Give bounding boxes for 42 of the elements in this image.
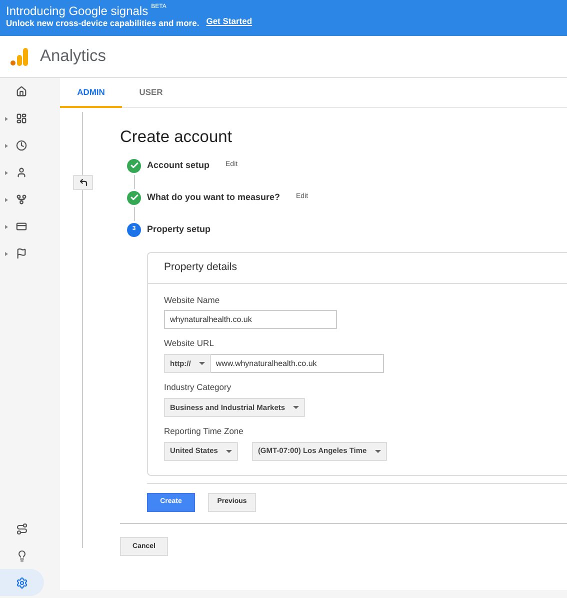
card-title: Property details	[164, 260, 237, 275]
page-title: Create account	[120, 129, 233, 146]
dropdown-caret-icon	[293, 406, 300, 409]
route-icon	[16, 522, 28, 534]
website-name-field[interactable]: whynaturalhealth.co.uk	[164, 310, 337, 330]
settings-icon	[16, 576, 28, 588]
tab[interactable]: USER	[122, 78, 180, 108]
dropdown-caret-icon	[374, 450, 381, 452]
expand-arrow-icon	[5, 224, 8, 228]
dashboard-icon	[16, 113, 27, 124]
dropdown-caret-icon	[226, 450, 232, 452]
back-button[interactable]	[73, 175, 93, 190]
expand-arrow-icon	[5, 170, 8, 174]
check-icon	[127, 190, 141, 204]
sidebar-item[interactable]	[0, 569, 44, 596]
step-label: What do you want to measure?	[147, 190, 280, 204]
app-title: Analytics	[40, 46, 106, 68]
clock-icon	[16, 140, 27, 151]
dropdown-caret-icon	[198, 362, 205, 365]
flag-icon	[16, 248, 27, 259]
field-label: Industry Category	[164, 381, 232, 394]
field-label: Reporting Time Zone	[164, 424, 244, 438]
field-label: Website URL	[164, 337, 215, 350]
display-icon	[16, 221, 27, 232]
step-label: Account setup	[147, 158, 210, 172]
lightbulb-icon	[16, 550, 28, 562]
expand-arrow-icon	[5, 198, 8, 202]
expand-arrow-icon	[5, 116, 8, 120]
back-arrow-icon	[78, 178, 88, 187]
analytics-logo-icon	[9, 46, 29, 66]
field-label: Website Name	[164, 294, 221, 306]
check-icon	[127, 158, 141, 172]
step-label: Property setup	[147, 222, 211, 236]
expand-arrow-icon	[5, 252, 8, 256]
website-url-field[interactable]: www.whynaturalhealth.co.uk	[210, 354, 384, 373]
person-icon	[16, 167, 27, 178]
home-icon	[16, 86, 27, 97]
banner-title: Introducing Google signals	[6, 5, 148, 17]
expand-arrow-icon	[5, 144, 8, 148]
fork-icon	[16, 194, 27, 205]
get-started-link[interactable]: Get Started	[206, 17, 252, 26]
banner-subtitle: Unlock new cross-device capabilities and more.	[6, 19, 200, 28]
